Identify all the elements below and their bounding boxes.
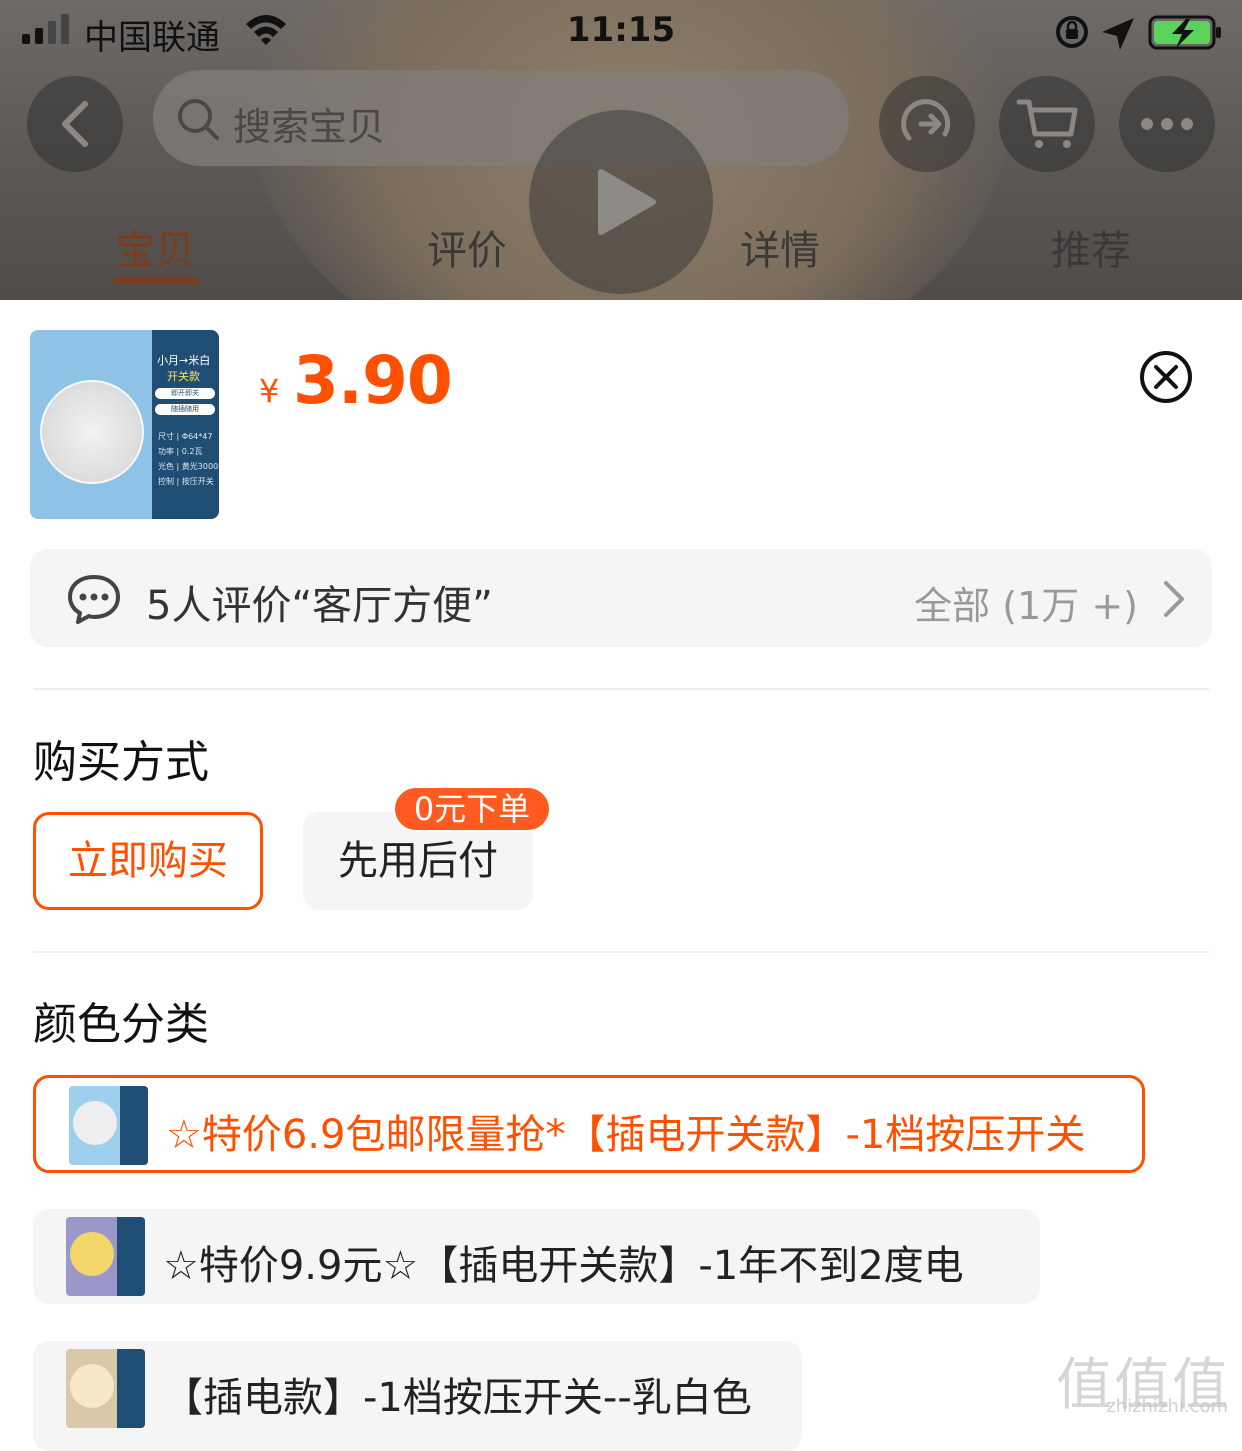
review-summary-bar[interactable]: 5人评价“客厅方便” 全部 (1万 +) — [30, 549, 1212, 647]
variant-label: ☆特价6.9包邮限量抢*【插电开关款】-1档按压开关 — [166, 1112, 1086, 1158]
tab-recommend[interactable]: 推荐 — [1011, 218, 1171, 276]
review-all-count[interactable]: 全部 (1万 +) — [914, 575, 1138, 630]
divider — [33, 951, 1209, 953]
variant-thumbnail — [69, 1086, 148, 1165]
thumb-pill: 随插随用 — [155, 404, 215, 415]
watermark-domain: zhizhizhi.com — [1106, 1396, 1228, 1417]
buy-now-option[interactable]: 立即购买 — [33, 812, 263, 910]
zero-down-badge: 0元下单 — [393, 786, 551, 832]
play-icon — [598, 169, 656, 235]
thumb-spec: 尺寸 | Φ64*47 — [158, 432, 213, 441]
variant-thumbnail — [66, 1217, 145, 1296]
share-button[interactable] — [879, 76, 975, 172]
variant-label: ☆特价9.9元☆【插电开关款】-1年不到2度电 — [163, 1243, 964, 1289]
tab-active-indicator — [113, 278, 199, 284]
variant-option[interactable]: ☆特价6.9包邮限量抢*【插电开关款】-1档按压开关 — [33, 1075, 1145, 1173]
thumb-spec: 光色 | 黄光3000K — [158, 462, 219, 471]
thumb-spec: 功率 | 0.2瓦 — [158, 447, 203, 456]
status-bar: 中国联通 11:15 — [0, 0, 1242, 64]
thumbnail-spec-panel: 小月→米白 开关款 即开即关 随插随用 尺寸 | Φ64*47 功率 | 0.2… — [152, 330, 219, 519]
more-dots-icon — [1141, 118, 1193, 130]
cart-icon — [1016, 99, 1078, 148]
thumb-title: 小月→米白 — [157, 354, 211, 367]
search-input[interactable]: 搜索宝贝 — [153, 70, 849, 166]
purchase-method-title: 购买方式 — [33, 737, 209, 788]
product-thumbnail[interactable]: 小月→米白 开关款 即开即关 随插随用 尺寸 | Φ64*47 功率 | 0.2… — [30, 330, 219, 519]
variant-option[interactable]: ☆特价9.9元☆【插电开关款】-1年不到2度电 — [33, 1209, 1040, 1304]
divider — [33, 688, 1209, 690]
comment-bubble-icon — [68, 575, 120, 624]
chevron-right-icon — [1164, 581, 1184, 617]
review-highlight: 5人评价“客厅方便” — [146, 583, 493, 629]
battery-icon — [1148, 15, 1221, 50]
status-icons — [1056, 15, 1221, 50]
variant-option[interactable]: 【插电款】-1档按压开关--乳白色 — [33, 1341, 802, 1451]
cart-button[interactable] — [999, 76, 1095, 172]
tab-reviews[interactable]: 评价 — [387, 218, 547, 276]
thumb-pill: 即开即关 — [155, 388, 215, 399]
tab-baobei[interactable]: 宝贝 — [75, 218, 235, 276]
search-placeholder: 搜索宝贝 — [233, 105, 386, 149]
lamp-image — [40, 380, 144, 484]
more-button[interactable] — [1119, 76, 1215, 172]
tab-details[interactable]: 详情 — [700, 218, 860, 276]
location-arrow-icon — [1102, 18, 1134, 50]
variant-thumbnail — [66, 1349, 145, 1428]
thumb-spec: 控制 | 按压开关 — [158, 477, 214, 486]
thumb-subtitle: 开关款 — [167, 370, 200, 383]
chevron-left-icon — [62, 101, 88, 147]
product-video-header: 中国联通 11:15 搜索宝贝 宝贝 评价 详情 推荐 — [0, 0, 1242, 300]
share-icon — [901, 99, 951, 141]
video-play-button[interactable] — [529, 110, 713, 294]
back-button[interactable] — [27, 76, 123, 172]
color-category-title: 颜色分类 — [33, 999, 209, 1050]
variant-label: 【插电款】-1档按压开关--乳白色 — [163, 1375, 752, 1421]
close-icon[interactable] — [1139, 350, 1193, 404]
price: 3.90 — [293, 342, 453, 419]
rotation-lock-icon — [1056, 16, 1088, 48]
search-icon — [178, 99, 219, 140]
currency-symbol: ¥ — [259, 372, 280, 410]
